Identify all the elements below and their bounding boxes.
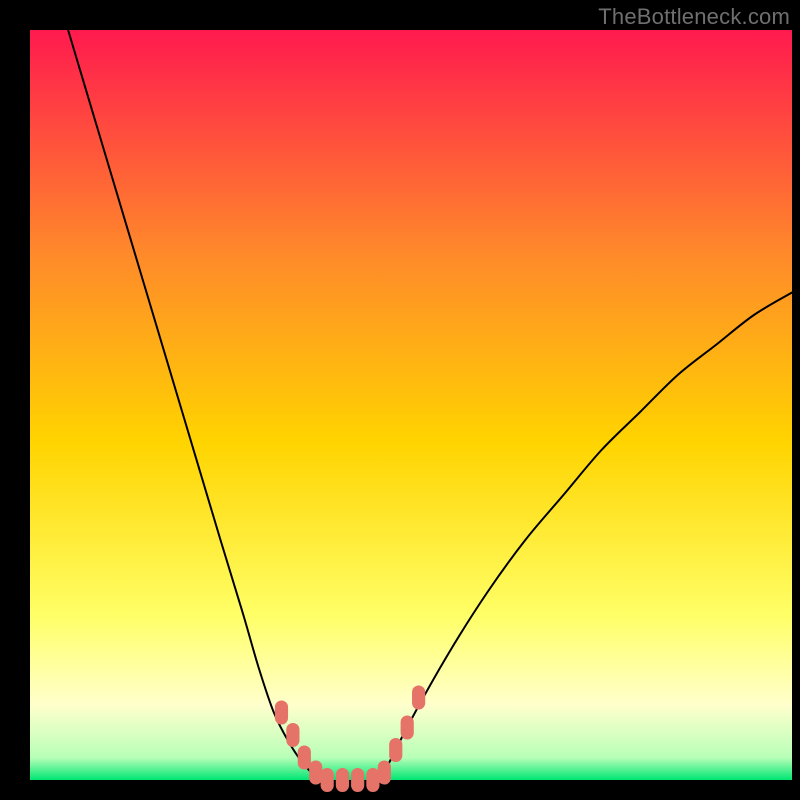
marker-pill xyxy=(412,686,425,710)
marker-pill xyxy=(401,716,414,740)
marker-pill xyxy=(351,768,364,792)
watermark-label: TheBottleneck.com xyxy=(598,4,790,30)
marker-pill xyxy=(309,761,322,785)
marker-pill xyxy=(321,768,334,792)
marker-pill xyxy=(378,761,391,785)
plot-group xyxy=(30,30,792,792)
chart-stage: TheBottleneck.com xyxy=(0,0,800,800)
marker-pill xyxy=(286,723,299,747)
marker-pill xyxy=(275,701,288,725)
marker-pill xyxy=(336,768,349,792)
marker-pill xyxy=(389,738,402,762)
plot-background xyxy=(30,30,792,780)
marker-pill xyxy=(366,768,379,792)
marker-pill xyxy=(298,746,311,770)
chart-canvas xyxy=(0,0,800,800)
